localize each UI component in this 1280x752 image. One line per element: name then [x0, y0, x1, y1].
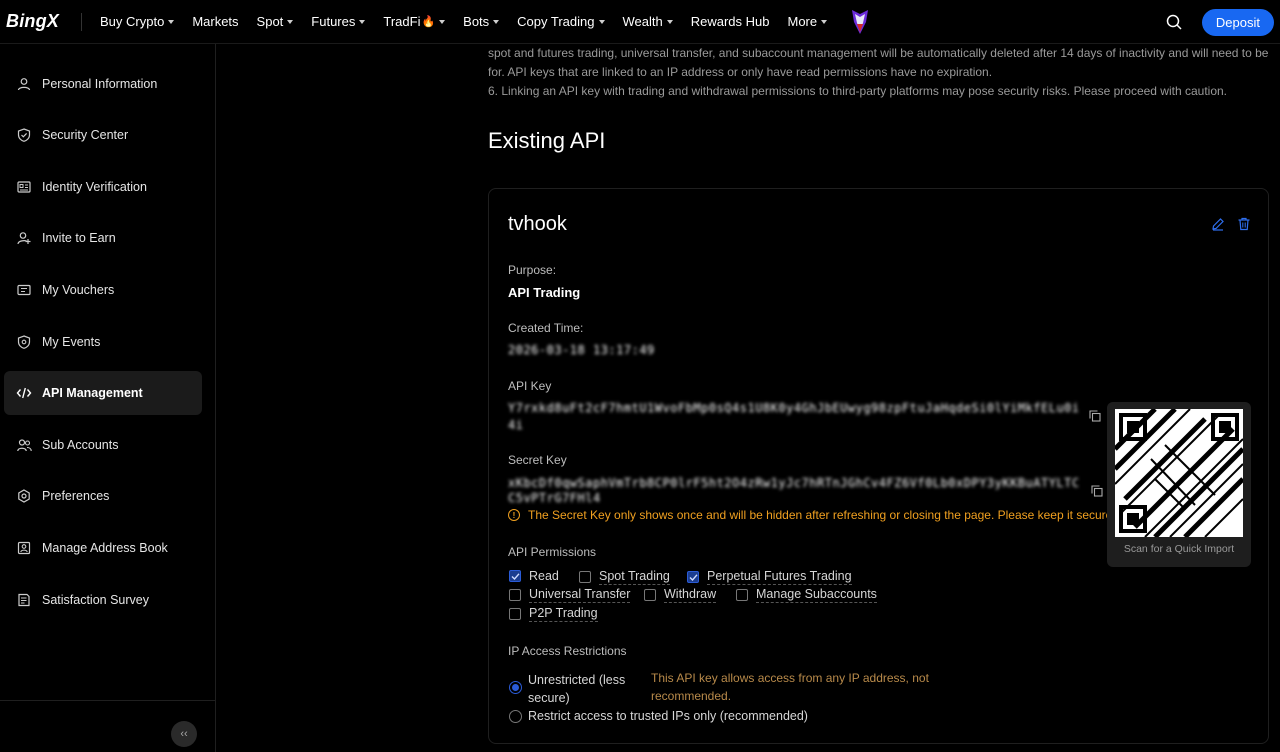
chevron-down-icon: [287, 19, 294, 24]
account-sidebar: Personal Information Security Center Ide…: [0, 44, 216, 752]
api-key-value: Y7rxkd8uFt2cF7hmtU1WvoFbMp0sQ4s1U8K0y4Gh…: [508, 401, 1078, 415]
nav-item-bots[interactable]: Bots: [463, 14, 500, 29]
chevron-down-icon: [439, 19, 446, 24]
api-key-label: API Key: [508, 379, 552, 393]
sidebar-item-my-vouchers[interactable]: My Vouchers: [4, 268, 202, 312]
sidebar-item-satisfaction-survey[interactable]: Satisfaction Survey: [4, 578, 202, 622]
ip-option-restricted[interactable]: Restrict access to trusted IPs only (rec…: [509, 709, 808, 723]
sidebar-item-personal-information[interactable]: Personal Information: [4, 62, 202, 106]
add-user-icon: [16, 230, 32, 246]
chevron-down-icon: [493, 19, 500, 24]
chevron-down-icon: [598, 19, 605, 24]
checkbox-icon[interactable]: [644, 589, 656, 601]
nav-right: Deposit: [1160, 8, 1274, 36]
ip-restrictions-label: IP Access Restrictions: [508, 644, 627, 658]
top-navbar: BingX Buy Crypto Markets Spot Futures Tr…: [0, 0, 1280, 44]
collapse-sidebar-button[interactable]: ‹‹: [171, 721, 197, 747]
nav-item-buy-crypto[interactable]: Buy Crypto: [100, 14, 175, 29]
sidebar-item-invite-to-earn[interactable]: Invite to Earn: [4, 216, 202, 260]
search-icon[interactable]: [1160, 8, 1188, 36]
checkbox-checked-icon[interactable]: [509, 570, 521, 582]
created-time-label: Created Time:: [508, 321, 584, 335]
api-key-name: tvhook: [508, 213, 567, 235]
sidebar-item-security-center[interactable]: Security Center: [4, 113, 202, 157]
qr-import-panel: Scan for a Quick Import: [1107, 402, 1251, 567]
nav-item-more[interactable]: More: [788, 14, 828, 29]
permission-manage-subaccounts[interactable]: Manage Subaccounts: [736, 587, 877, 603]
bingx-logo[interactable]: BingX: [6, 11, 59, 32]
deposit-button[interactable]: Deposit: [1201, 8, 1274, 36]
sidebar-item-preferences[interactable]: Preferences: [4, 474, 202, 518]
api-permissions-label: API Permissions: [508, 545, 597, 559]
nav-item-rewards-hub[interactable]: Rewards Hub: [691, 14, 770, 29]
note-line: spot and futures trading, universal tran…: [488, 46, 1268, 60]
survey-icon: [16, 592, 32, 608]
copy-api-key-icon[interactable]: [1089, 410, 1101, 422]
permission-withdraw[interactable]: Withdraw: [644, 587, 717, 603]
address-book-icon: [16, 540, 32, 556]
sidebar-divider: [0, 700, 215, 701]
users-icon: [16, 437, 32, 453]
qr-code-icon[interactable]: [1115, 409, 1243, 537]
shield-icon: [16, 127, 32, 143]
ip-unrestricted-description: This API key allows access from any IP a…: [651, 671, 929, 703]
permission-read[interactable]: Read: [509, 569, 559, 583]
api-notes: spot and futures trading, universal tran…: [488, 44, 1268, 101]
nav-item-tradfi[interactable]: TradFi 🔥: [383, 14, 446, 29]
checkbox-checked-icon[interactable]: [687, 571, 699, 583]
voucher-icon: [16, 282, 32, 298]
event-icon: [16, 334, 32, 350]
permission-p2p-trading[interactable]: P2P Trading: [509, 606, 598, 622]
settings-icon: [16, 488, 32, 504]
nav-item-markets[interactable]: Markets: [192, 14, 238, 29]
checkbox-icon[interactable]: [509, 589, 521, 601]
ip-option-unrestricted[interactable]: Unrestricted (less secure): [509, 671, 625, 707]
sidebar-item-manage-address-book[interactable]: Manage Address Book: [4, 526, 202, 570]
secret-key-label: Secret Key: [508, 453, 567, 467]
checkbox-icon[interactable]: [579, 571, 591, 583]
checkbox-icon[interactable]: [736, 589, 748, 601]
chevron-down-icon: [359, 19, 366, 24]
nav-item-spot[interactable]: Spot: [257, 14, 294, 29]
copy-secret-key-icon[interactable]: [1091, 485, 1103, 497]
sidebar-item-my-events[interactable]: My Events: [4, 320, 202, 364]
qr-caption: Scan for a Quick Import: [1123, 543, 1235, 555]
existing-api-title: Existing API: [488, 128, 606, 153]
permission-universal-transfer[interactable]: Universal Transfer: [509, 587, 631, 603]
secret-key-warning: ! The Secret Key only shows once and wil…: [508, 508, 1121, 522]
nav-menu: Buy Crypto Markets Spot Futures TradFi 🔥 …: [100, 8, 871, 36]
nav-item-copy-trading[interactable]: Copy Trading: [517, 14, 605, 29]
permission-spot-trading[interactable]: Spot Trading: [579, 569, 670, 585]
checkbox-icon[interactable]: [509, 608, 521, 620]
code-icon: [16, 385, 32, 401]
trash-icon[interactable]: [1237, 217, 1251, 231]
permission-perpetual-futures-trading[interactable]: Perpetual Futures Trading: [687, 569, 852, 585]
sidebar-item-api-management[interactable]: API Management: [4, 371, 202, 415]
note-line: 6. Linking an API key with trading and w…: [488, 84, 1228, 98]
edit-icon[interactable]: [1211, 217, 1225, 231]
purpose-value: API Trading: [508, 285, 581, 300]
purpose-label: Purpose:: [508, 263, 557, 277]
nav-divider: [81, 12, 82, 31]
sidebar-item-identity-verification[interactable]: Identity Verification: [4, 165, 202, 209]
note-line: for. API keys that are linked to an IP a…: [488, 65, 993, 79]
secret-key-value-cont: C5vPTrG7FHl4: [508, 491, 601, 505]
id-card-icon: [16, 179, 32, 195]
promo-badge-icon[interactable]: [849, 8, 871, 36]
radio-selected-icon[interactable]: [509, 681, 522, 694]
nav-item-futures[interactable]: Futures: [311, 14, 366, 29]
nav-item-wealth[interactable]: Wealth: [623, 14, 673, 29]
chevron-down-icon: [168, 19, 175, 24]
chevron-down-icon: [666, 19, 673, 24]
api-key-card: tvhook Purpose: API Trading Created Time…: [488, 188, 1269, 744]
api-key-value-cont: 4i: [508, 418, 524, 432]
fire-icon: 🔥: [421, 16, 436, 28]
chevron-down-icon: [821, 19, 828, 24]
radio-icon[interactable]: [509, 710, 522, 723]
sidebar-item-sub-accounts[interactable]: Sub Accounts: [4, 423, 202, 467]
secret-key-value: xKbcDf0qwSaphVmTrb8CP0lrF5ht2O4zRw1yJc7h…: [508, 476, 1078, 490]
warning-icon: !: [508, 509, 520, 521]
created-time-value: 2026-03-18 13:17:49: [508, 343, 655, 357]
user-icon: [16, 76, 32, 92]
